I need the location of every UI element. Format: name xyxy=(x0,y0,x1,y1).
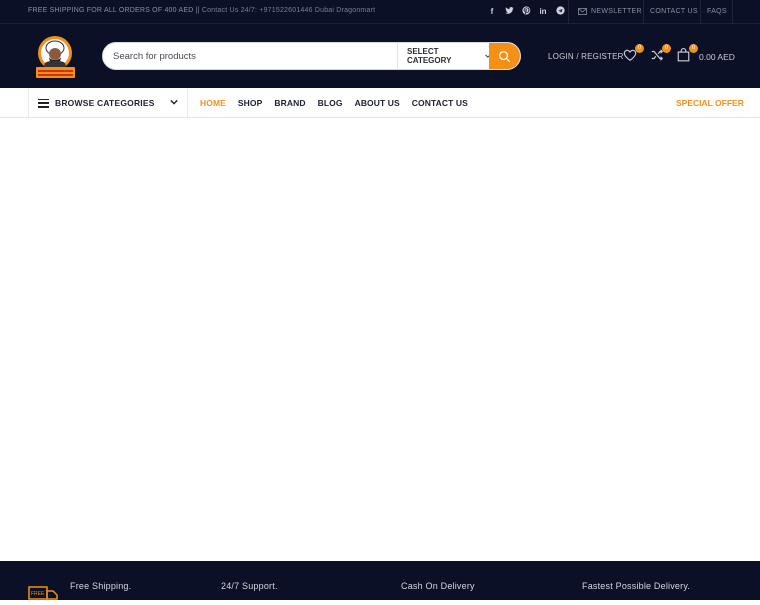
nav-item-blog[interactable]: BLOG xyxy=(318,98,343,108)
login-register-link[interactable]: LOGIN / REGISTER xyxy=(548,52,624,61)
topbar-info: FREE SHIPPING FOR ALL ORDERS OF 400 AED … xyxy=(28,7,375,14)
compare-button[interactable]: 0 xyxy=(650,44,671,64)
faqs-label: FAQS xyxy=(707,8,727,15)
main-menu: HOME SHOP BRAND BLOG ABOUT US CONTACT US xyxy=(200,98,468,108)
linkedin-icon[interactable]: in xyxy=(538,6,548,17)
chevron-down-icon xyxy=(170,99,178,105)
browse-categories-toggle[interactable]: BROWSE CATEGORIES xyxy=(28,88,188,118)
search-bar: SELECT CATEGORY xyxy=(102,42,521,70)
contact-us-link[interactable]: CONTACT US xyxy=(650,8,698,15)
twitter-icon[interactable] xyxy=(504,6,514,17)
nav-item-shop[interactable]: SHOP xyxy=(238,98,263,108)
telegram-icon[interactable] xyxy=(555,6,565,17)
compare-count: 0 xyxy=(662,44,671,53)
shopping-bag-icon xyxy=(677,48,690,62)
cart-count: 0 xyxy=(689,44,698,53)
cart-total[interactable]: 0.00 AED xyxy=(699,52,735,62)
pinterest-icon[interactable] xyxy=(521,6,531,17)
divider xyxy=(732,0,733,24)
category-select-label: SELECT CATEGORY xyxy=(407,47,452,65)
site-logo[interactable] xyxy=(33,33,78,81)
feature-cash-on-delivery: Cash On Delivery xyxy=(401,581,475,591)
search-input[interactable] xyxy=(113,43,393,69)
features-bar: FREE Free Shipping. 24/7 Support. Cash O… xyxy=(0,561,760,600)
nav-item-home[interactable]: HOME xyxy=(200,98,226,108)
browse-categories-label: BROWSE CATEGORIES xyxy=(55,98,155,108)
wishlist-count: 0 xyxy=(635,44,644,53)
newsletter-link[interactable]: NEWSLETTER xyxy=(578,8,642,15)
faqs-link[interactable]: FAQS xyxy=(707,8,727,15)
nav-item-brand[interactable]: BRAND xyxy=(274,98,305,108)
divider xyxy=(643,0,644,24)
facebook-icon[interactable]: f xyxy=(487,6,497,17)
special-offer-link[interactable]: SPECIAL OFFER xyxy=(676,98,744,108)
feature-free-shipping: Free Shipping. xyxy=(70,581,132,591)
svg-text:FREE: FREE xyxy=(31,591,45,597)
social-links: f in xyxy=(487,6,565,17)
search-button[interactable] xyxy=(489,43,520,69)
category-select[interactable]: SELECT CATEGORY xyxy=(397,43,491,69)
feature-fast-delivery: Fastest Possible Delivery. xyxy=(582,581,691,591)
contact-us-label: CONTACT US xyxy=(650,8,698,15)
newsletter-label: NEWSLETTER xyxy=(591,8,642,15)
nav-bar: BROWSE CATEGORIES HOME SHOP BRAND BLOG A… xyxy=(0,88,760,118)
nav-item-about-us[interactable]: ABOUT US xyxy=(355,98,400,108)
hamburger-icon xyxy=(38,98,49,108)
main-content xyxy=(0,118,760,561)
free-delivery-truck-icon: FREE xyxy=(28,586,58,600)
search-icon xyxy=(498,50,511,62)
envelope-icon xyxy=(578,8,587,15)
divider xyxy=(568,0,569,24)
feature-support: 24/7 Support. xyxy=(221,581,278,591)
top-bar: FREE SHIPPING FOR ALL ORDERS OF 400 AED … xyxy=(0,0,760,24)
shipping-notice: FREE SHIPPING FOR ALL ORDERS OF 400 AED … xyxy=(28,7,200,14)
wishlist-button[interactable]: 0 xyxy=(623,44,644,64)
divider xyxy=(700,0,701,24)
main-header: SELECT CATEGORY LOGIN / REGISTER 0 0 0 0… xyxy=(0,24,760,88)
cart-button[interactable]: 0 xyxy=(677,44,698,64)
contact-info: Contact Us 24/7: +971522601446 Dubai Dra… xyxy=(201,7,376,14)
nav-item-contact-us[interactable]: CONTACT US xyxy=(412,98,468,108)
